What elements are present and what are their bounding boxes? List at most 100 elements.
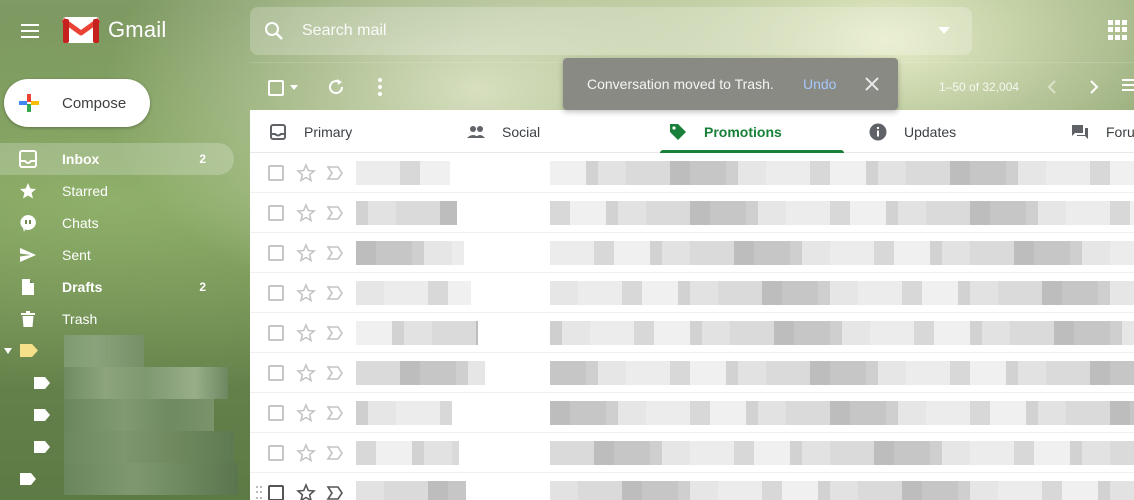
sidebar-item-sent[interactable]: Sent xyxy=(0,239,234,271)
star-icon[interactable] xyxy=(296,363,316,383)
search-icon[interactable] xyxy=(250,7,298,55)
label-item[interactable] xyxy=(0,399,250,431)
row-checkbox[interactable] xyxy=(268,365,284,381)
star-icon[interactable] xyxy=(296,203,316,223)
google-apps-icon[interactable] xyxy=(1106,18,1130,42)
redacted-text xyxy=(550,161,1134,185)
sidebar-item-label: Inbox xyxy=(62,151,100,167)
importance-marker-icon[interactable] xyxy=(326,405,344,421)
label-group-parent[interactable] xyxy=(0,335,250,367)
redacted-label xyxy=(64,463,238,495)
tab-label: Social xyxy=(502,123,541,140)
label-item[interactable] xyxy=(0,367,250,399)
table-row[interactable] xyxy=(250,193,1134,233)
more-options-icon[interactable] xyxy=(370,77,390,97)
star-icon[interactable] xyxy=(296,323,316,343)
chat-icon xyxy=(18,213,38,233)
sidebar-item-starred[interactable]: Starred xyxy=(0,175,234,207)
density-settings-icon[interactable] xyxy=(1122,79,1134,93)
older-page-chevron-icon[interactable] xyxy=(1083,77,1103,97)
star-icon[interactable] xyxy=(296,443,316,463)
undo-button[interactable]: Undo xyxy=(803,76,836,92)
search-options-dropdown-icon[interactable] xyxy=(916,7,972,55)
table-row[interactable] xyxy=(250,473,1134,500)
row-checkbox[interactable] xyxy=(268,325,284,341)
row-checkbox[interactable] xyxy=(268,485,284,500)
importance-marker-icon[interactable] xyxy=(326,445,344,461)
sidebar-item-label: Sent xyxy=(62,247,91,263)
sidebar-item-label: Chats xyxy=(62,215,99,231)
label-item[interactable] xyxy=(0,463,250,495)
tab-label: Updates xyxy=(904,123,957,140)
star-icon[interactable] xyxy=(296,403,316,423)
search-bar[interactable] xyxy=(250,7,972,55)
redacted-text xyxy=(356,201,457,225)
table-row[interactable] xyxy=(250,433,1134,473)
redacted-text xyxy=(356,401,452,425)
label-tag-icon xyxy=(34,409,50,421)
star-icon[interactable] xyxy=(296,483,316,500)
star-icon xyxy=(18,181,38,201)
main-menu-icon[interactable] xyxy=(14,15,46,47)
sidebar-item-trash[interactable]: Trash xyxy=(0,303,234,335)
drag-handle-icon[interactable] xyxy=(256,486,262,500)
top-bar: Gmail xyxy=(0,0,1134,62)
search-input[interactable] xyxy=(298,7,916,55)
label-tag-icon xyxy=(20,344,38,357)
app-name: Gmail xyxy=(108,17,167,42)
select-all-checkbox[interactable] xyxy=(268,80,284,96)
importance-marker-icon[interactable] xyxy=(326,325,344,341)
importance-marker-icon[interactable] xyxy=(326,365,344,381)
star-icon[interactable] xyxy=(296,283,316,303)
table-row[interactable] xyxy=(250,273,1134,313)
row-checkbox[interactable] xyxy=(268,245,284,261)
tab-forums[interactable]: Foru xyxy=(1070,110,1134,153)
tab-social[interactable]: Social xyxy=(466,110,540,153)
gmail-m-icon xyxy=(62,17,100,43)
expand-caret-icon[interactable] xyxy=(4,348,12,354)
select-dropdown-icon[interactable] xyxy=(290,85,298,90)
redacted-text xyxy=(356,481,466,500)
compose-button[interactable]: Compose xyxy=(4,79,150,127)
newer-page-chevron-icon[interactable] xyxy=(1043,77,1063,97)
send-icon xyxy=(18,245,38,265)
importance-marker-icon[interactable] xyxy=(326,165,344,181)
row-checkbox[interactable] xyxy=(268,205,284,221)
table-row[interactable] xyxy=(250,353,1134,393)
trash-icon xyxy=(18,309,38,329)
pagination-info: 1–50 of 32,004 xyxy=(939,80,1020,94)
redacted-text xyxy=(356,281,471,305)
importance-marker-icon[interactable] xyxy=(326,285,344,301)
label-item[interactable] xyxy=(0,431,250,463)
close-icon[interactable] xyxy=(863,75,881,93)
importance-marker-icon[interactable] xyxy=(326,205,344,221)
label-tag-icon xyxy=(34,377,50,389)
tab-label: Primary xyxy=(304,123,353,140)
importance-marker-icon[interactable] xyxy=(326,485,344,500)
unread-count: 2 xyxy=(199,152,206,166)
importance-marker-icon[interactable] xyxy=(326,245,344,261)
sidebar-item-inbox[interactable]: Inbox 2 xyxy=(0,143,234,175)
star-icon[interactable] xyxy=(296,243,316,263)
unread-count: 2 xyxy=(199,280,206,294)
category-tabs: Primary Social Promotions Updates Foru xyxy=(250,110,1134,153)
redacted-text xyxy=(550,201,1134,225)
tab-updates[interactable]: Updates xyxy=(868,110,956,153)
gmail-logo[interactable]: Gmail xyxy=(62,15,166,45)
row-checkbox[interactable] xyxy=(268,165,284,181)
compose-plus-icon xyxy=(4,79,62,127)
row-checkbox[interactable] xyxy=(268,285,284,301)
table-row[interactable] xyxy=(250,393,1134,433)
star-icon[interactable] xyxy=(296,163,316,183)
tab-primary[interactable]: Primary xyxy=(268,110,352,153)
sidebar-item-label: Trash xyxy=(62,311,98,327)
tab-promotions[interactable]: Promotions xyxy=(668,110,782,153)
refresh-icon[interactable] xyxy=(326,77,346,97)
row-checkbox[interactable] xyxy=(268,445,284,461)
table-row[interactable] xyxy=(250,233,1134,273)
row-checkbox[interactable] xyxy=(268,405,284,421)
sidebar-item-chats[interactable]: Chats xyxy=(0,207,234,239)
sidebar-item-drafts[interactable]: Drafts 2 xyxy=(0,271,234,303)
table-row[interactable] xyxy=(250,313,1134,353)
table-row[interactable] xyxy=(250,153,1134,193)
